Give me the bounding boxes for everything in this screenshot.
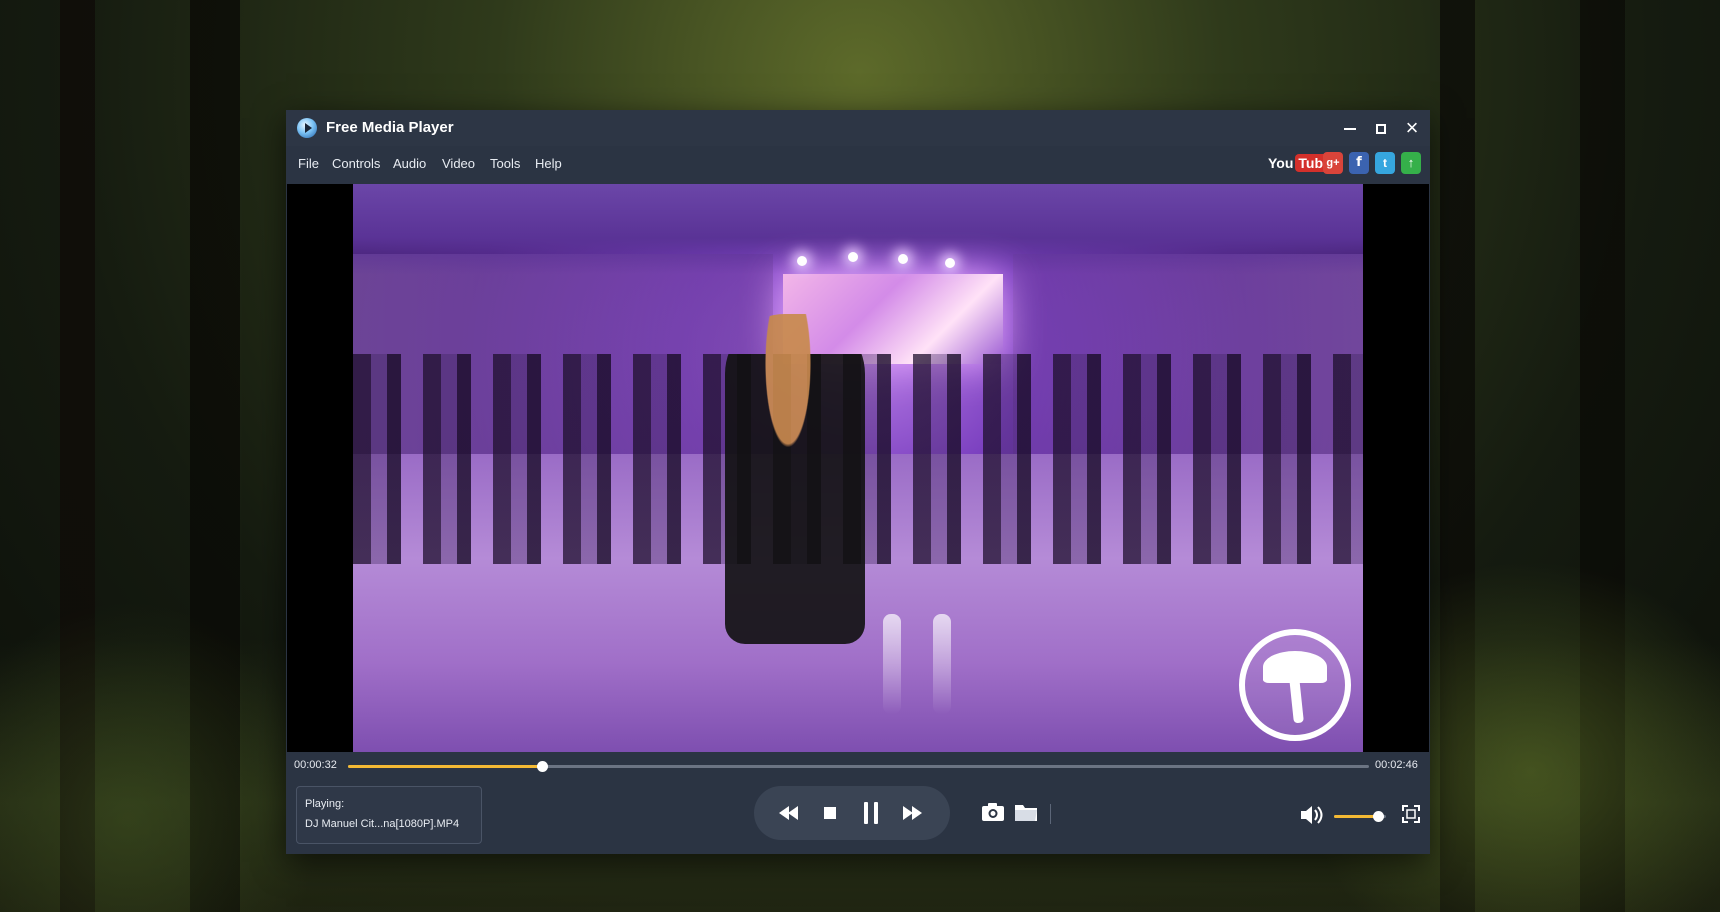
- video-scene-light: [797, 256, 807, 266]
- youtube-you: You: [1268, 155, 1294, 171]
- total-time: 00:02:46: [1375, 759, 1418, 771]
- rewind-icon: [788, 806, 798, 820]
- video-frame: [353, 184, 1363, 752]
- now-playing-panel: Playing: DJ Manuel Cit...na[1080P].MP4: [296, 786, 482, 844]
- toolbar-divider: [1050, 804, 1051, 824]
- volume-slider-handle[interactable]: [1373, 811, 1385, 822]
- menu-help[interactable]: Help: [535, 156, 562, 171]
- video-scene-reflection: [883, 614, 901, 714]
- fast-forward-button[interactable]: [897, 798, 927, 828]
- minimize-icon: [1344, 128, 1356, 131]
- snapshot-camera-icon: [982, 803, 1004, 821]
- open-folder-icon: [1015, 805, 1037, 821]
- video-scene-ceiling: [353, 184, 1363, 274]
- pause-button[interactable]: [856, 798, 886, 828]
- video-viewport[interactable]: [287, 184, 1429, 752]
- video-scene-light: [848, 252, 858, 262]
- pause-icon: [874, 802, 878, 824]
- transport-controls: [754, 786, 950, 840]
- open-folder-button[interactable]: [1013, 799, 1039, 825]
- twitter-icon[interactable]: t: [1375, 152, 1395, 174]
- current-time: 00:00:32: [294, 759, 337, 771]
- window-title: Free Media Player: [326, 119, 454, 136]
- minimize-button[interactable]: [1336, 114, 1364, 142]
- stop-button[interactable]: [815, 798, 845, 828]
- google-plus-icon[interactable]: g+: [1323, 152, 1343, 174]
- now-playing-label: Playing:: [305, 798, 345, 810]
- snapshot-button[interactable]: [980, 799, 1006, 825]
- menu-tools[interactable]: Tools: [490, 156, 520, 171]
- upload-icon[interactable]: ↑: [1401, 152, 1421, 174]
- video-scene-light: [945, 258, 955, 268]
- title-bar[interactable]: Free Media Player ×: [286, 110, 1430, 146]
- close-icon: ×: [1405, 115, 1419, 140]
- background-moss: [0, 600, 320, 912]
- stop-icon: [824, 807, 836, 819]
- maximize-icon: [1376, 124, 1386, 135]
- video-scene-dancers: [725, 314, 865, 644]
- seek-bar-progress: [348, 765, 542, 768]
- volume-slider[interactable]: [1334, 811, 1386, 822]
- fast-forward-icon: [912, 806, 922, 820]
- maximize-button[interactable]: [1367, 114, 1395, 142]
- video-scene-light: [898, 254, 908, 264]
- seek-row: 00:00:32 00:02:46: [286, 754, 1430, 778]
- menu-controls[interactable]: Controls: [332, 156, 380, 171]
- volume-slider-level: [1334, 815, 1379, 818]
- rewind-button[interactable]: [774, 798, 804, 828]
- facebook-icon[interactable]: f: [1349, 152, 1369, 174]
- menu-bar: File Controls Audio Video Tools Help: [286, 146, 1430, 182]
- menu-file[interactable]: File: [298, 156, 319, 171]
- fullscreen-button[interactable]: [1401, 804, 1421, 824]
- media-player-window: Free Media Player × File Controls Audio …: [286, 110, 1430, 854]
- video-scene-reflection: [933, 614, 951, 714]
- youtube-icon[interactable]: You Tube: [1268, 152, 1334, 174]
- app-logo-icon: [297, 118, 317, 138]
- video-watermark-palm-logo: [1239, 629, 1351, 741]
- seek-bar-handle[interactable]: [536, 761, 548, 772]
- seek-bar[interactable]: [348, 761, 1369, 772]
- now-playing-filename: DJ Manuel Cit...na[1080P].MP4: [305, 818, 460, 830]
- fullscreen-icon: [1402, 805, 1420, 823]
- menu-video[interactable]: Video: [442, 156, 475, 171]
- pause-icon: [864, 802, 868, 824]
- mute-button[interactable]: [1298, 802, 1326, 828]
- menu-audio[interactable]: Audio: [393, 156, 426, 171]
- close-button[interactable]: ×: [1398, 114, 1426, 142]
- volume-icon: [1301, 806, 1323, 824]
